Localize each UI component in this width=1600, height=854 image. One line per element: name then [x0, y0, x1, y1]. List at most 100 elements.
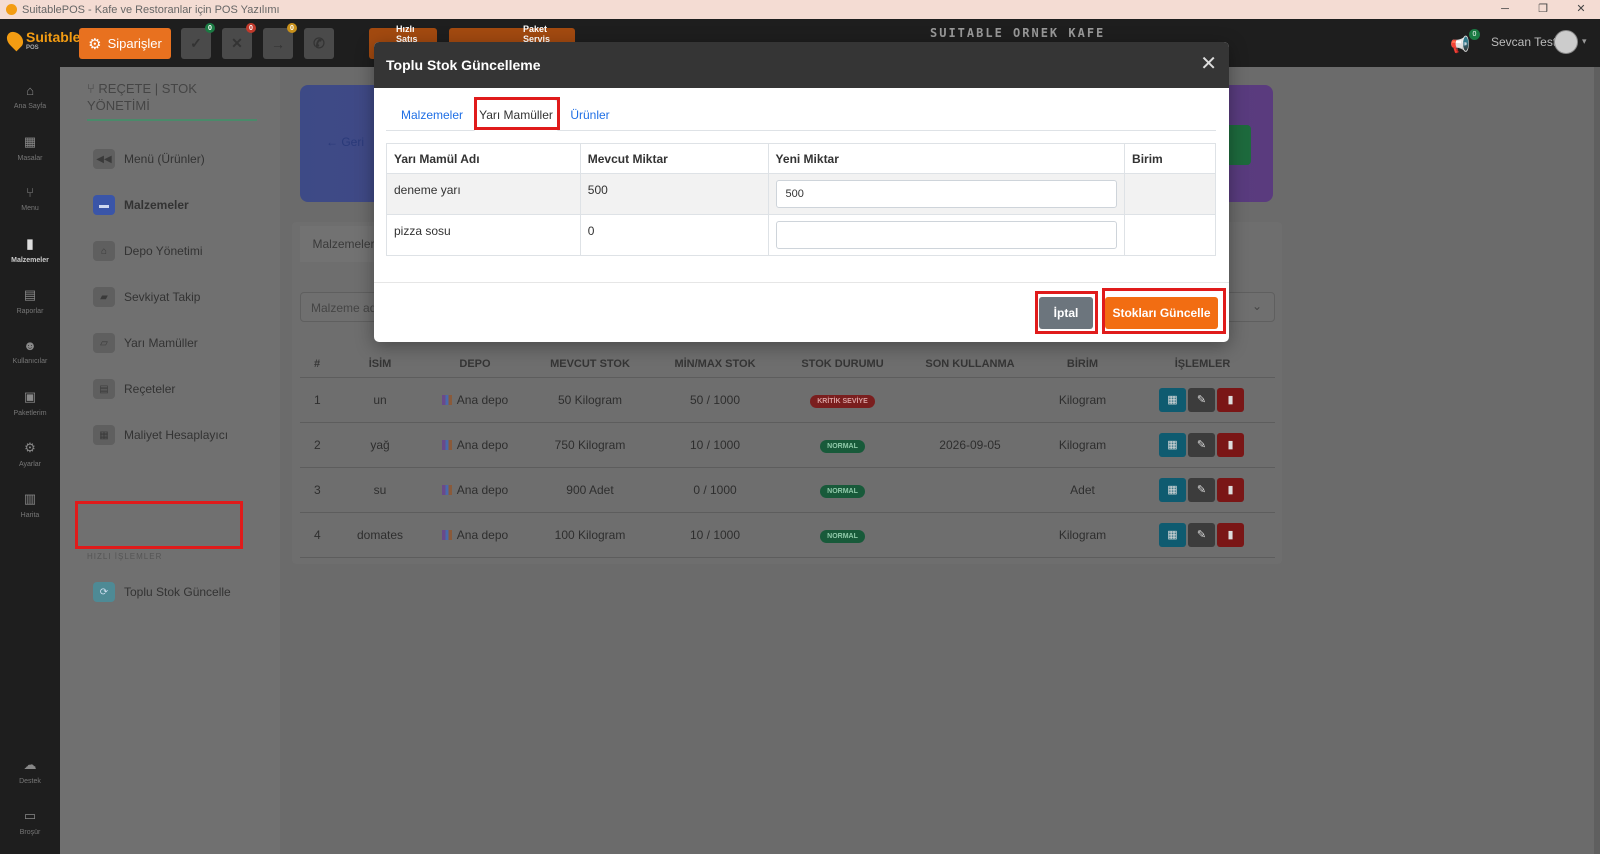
row-unit [1124, 214, 1216, 256]
new-amount-input[interactable] [775, 221, 1118, 249]
rail-item-settings[interactable]: ⚙ Ayarlar [0, 440, 60, 468]
notifications-button[interactable]: 📢 0 [1450, 29, 1480, 55]
restore-button[interactable]: ❐ [1524, 0, 1562, 19]
calculator-icon[interactable]: ▦ [1159, 522, 1186, 547]
calculator-icon[interactable]: ▦ [1159, 477, 1186, 502]
highlight-cancel [1035, 291, 1098, 334]
trash-icon[interactable]: ▮ [1217, 387, 1244, 412]
megaphone-icon: 📢 [1450, 37, 1470, 54]
transfer-orders-button[interactable]: → 0 [263, 23, 297, 59]
utensils-icon: ⑂ [26, 185, 34, 200]
gift-icon: ▣ [23, 389, 37, 404]
logo-sub: POS [26, 45, 39, 51]
cancelled-orders-button[interactable]: ✕ 0 [222, 23, 256, 59]
rail-item-map[interactable]: ▥ Harita [0, 491, 60, 519]
rail-item-packages[interactable]: ▣ Paketlerim [0, 389, 60, 417]
warehouse-icon: ⌂ [93, 241, 115, 261]
sidebar-item-ingredients[interactable]: ▬ Malzemeler [93, 193, 189, 217]
rail-item-menu[interactable]: ⑂ Menu [0, 185, 60, 212]
sidebar-title-underline [87, 119, 257, 121]
highlight-bulk-update [75, 501, 243, 549]
sidebar-item-menu-products[interactable]: ◀◀ Menü (Ürünler) [93, 147, 205, 171]
trash-icon[interactable]: ▮ [1217, 477, 1244, 502]
table-icon: ▦ [23, 134, 37, 149]
col-current-amount: Mevcut Miktar [579, 143, 769, 174]
row-stock: 100 Kilogram [530, 512, 650, 558]
cancelled-badge: 0 [246, 23, 256, 33]
row-status: NORMAL [780, 512, 905, 558]
row-actions: ▦ ✎ ▮ [1130, 422, 1275, 468]
row-status: NORMAL [780, 422, 905, 468]
col-depot: DEPO [420, 351, 530, 378]
edit-icon[interactable]: ✎ [1188, 477, 1215, 502]
edit-icon[interactable]: ✎ [1188, 432, 1215, 457]
calculator-icon: ▦ [93, 425, 115, 445]
app-logo[interactable]: Suitable POS [3, 28, 80, 52]
rail-item-brochure[interactable]: ▭ Broşür [0, 808, 60, 836]
row-expiry [905, 467, 1035, 513]
phone-orders-button[interactable]: ✆ [304, 28, 334, 59]
store-name: SUITABLE ORNEK KAFE [930, 26, 1106, 40]
calculator-icon[interactable]: ▦ [1159, 432, 1186, 457]
rail-item-support[interactable]: ☁ Destek [0, 757, 60, 785]
sync-icon: ⟳ [93, 582, 115, 602]
window-title: SuitablePOS - Kafe ve Restoranlar için P… [22, 3, 280, 16]
new-amount-input[interactable] [775, 180, 1118, 208]
sidebar-item-warehouse[interactable]: ⌂ Depo Yönetimi [93, 239, 203, 263]
rail-label: Raporlar [16, 308, 44, 315]
calculator-icon[interactable]: ▦ [1159, 387, 1186, 412]
modal-header-row: Yarı Mamül Adı Mevcut Miktar Yeni Miktar… [386, 143, 1216, 174]
chevron-down-icon[interactable]: ⌄ [1252, 299, 1262, 313]
rail-item-ingredients[interactable]: ▮ Malzemeler [0, 236, 60, 264]
gear-icon: ⚙ [88, 35, 102, 53]
sidebar-item-bulk-stock-update[interactable]: ⟳ Toplu Stok Güncelle [93, 580, 231, 604]
logo-pin-icon [3, 28, 27, 52]
rail-label: Harita [20, 512, 40, 519]
row-depot: Ana depo [420, 512, 530, 558]
sidebar-item-label: Reçeteler [124, 382, 176, 396]
close-icon[interactable]: ✕ [1200, 54, 1217, 74]
orders-button[interactable]: ⚙ Siparişler [79, 28, 171, 59]
approved-orders-button[interactable]: ✓ 0 [181, 23, 215, 59]
sidebar-item-cost-calculator[interactable]: ▦ Maliyet Hesaplayıcı [93, 423, 228, 447]
row-no: 3 [300, 467, 340, 513]
trash-icon[interactable]: ▮ [1217, 432, 1244, 457]
tab-ingredients[interactable]: Malzemeler [398, 99, 466, 131]
col-actions: İŞLEMLER [1130, 351, 1275, 378]
user-name[interactable]: Sevcan Test [1491, 35, 1556, 49]
modal-title: Toplu Stok Güncelleme [386, 57, 541, 73]
chevron-down-icon[interactable]: ▾ [1582, 36, 1587, 47]
check-icon: ✓ [190, 35, 202, 51]
minimize-button[interactable]: ─ [1486, 0, 1524, 19]
avatar[interactable] [1554, 30, 1578, 54]
rail-label: Kullanıcılar [12, 358, 48, 365]
scrollbar[interactable] [1594, 67, 1600, 854]
tab-products[interactable]: Ürünler [566, 99, 614, 131]
row-depot: Ana depo [420, 422, 530, 468]
rail-item-reports[interactable]: ▤ Raporlar [0, 287, 60, 315]
edit-icon[interactable]: ✎ [1188, 522, 1215, 547]
quick-sale-label: Hızlı Satış [396, 24, 418, 44]
window-controls: ─ ❐ ✕ [1486, 0, 1600, 19]
box-icon: ▱ [93, 333, 115, 353]
status-badge: KRİTİK SEVİYE [810, 394, 875, 408]
rail-item-tables[interactable]: ▦ Masalar [0, 134, 60, 162]
trash-icon[interactable]: ▮ [1217, 522, 1244, 547]
back-link[interactable]: ← Geri [326, 135, 364, 149]
row-status: KRİTİK SEVİYE [780, 377, 905, 423]
close-window-button[interactable]: ✕ [1562, 0, 1600, 19]
row-name: yağ [340, 422, 420, 468]
phone-icon: ✆ [313, 35, 325, 51]
row-expiry [905, 512, 1035, 558]
sidebar-item-recipes[interactable]: ▤ Reçeteler [93, 377, 175, 401]
sidebar-item-shipment[interactable]: ▰ Sevkiyat Takip [93, 285, 200, 309]
rail-item-users[interactable]: ☻ Kullanıcılar [0, 338, 60, 365]
rail-item-home[interactable]: ⌂ Ana Sayfa [0, 83, 60, 110]
col-no: # [300, 351, 340, 378]
edit-icon[interactable]: ✎ [1188, 387, 1215, 412]
row-actions: ▦ ✎ ▮ [1130, 512, 1275, 558]
status-badge: NORMAL [820, 484, 865, 498]
rail-label: Menu [21, 205, 39, 212]
rail-label: Destek [19, 778, 41, 785]
sidebar-item-semi-products[interactable]: ▱ Yarı Mamüller [93, 331, 198, 355]
